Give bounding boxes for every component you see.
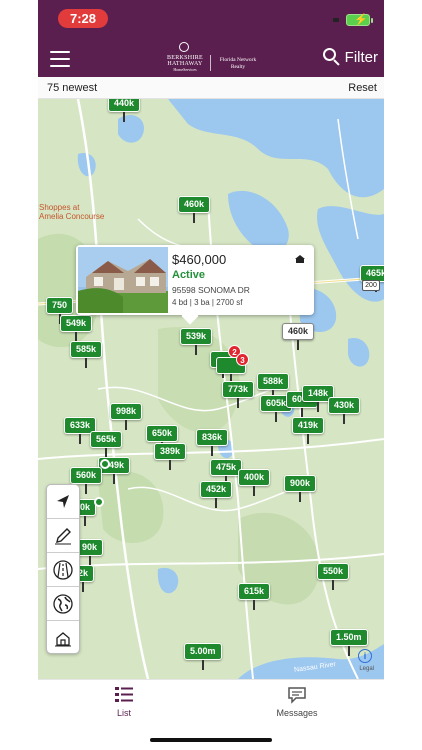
price-pin[interactable]: 998k [110,403,143,430]
signal-icon [333,18,339,22]
price-pin[interactable]: 615k [238,583,271,610]
app-screen: { "status_bar": { "time": "7:28" }, "hea… [0,0,422,750]
draw-pencil-icon [55,528,71,545]
list-icon [115,687,133,702]
status-time: 7:28 [58,9,108,28]
listing-card[interactable]: $460,000 Active 95598 SONOMA DR 4 bd | 3… [76,245,314,315]
price-pin[interactable]: 430k [328,397,361,424]
map-tools [46,484,80,654]
tab-list-label: List [116,708,131,718]
location-marker-icon [100,459,110,469]
search-icon [322,48,341,66]
menu-button[interactable] [50,51,70,67]
price-pin[interactable]: 588k [257,373,290,400]
price-pin[interactable]: 1.50m [330,629,368,656]
results-bar: 75 newest Reset [38,77,384,99]
satellite-button[interactable] [47,587,79,621]
tab-messages[interactable]: Messages [257,686,337,718]
price-pin[interactable]: 90k [76,539,104,566]
road-layer-button[interactable] [47,553,79,587]
highway-shield: 200 [362,280,380,291]
price-pin[interactable]: 560k [70,467,103,494]
listing-price: $460,000 [172,252,227,267]
draw-button[interactable] [47,519,79,553]
map-view[interactable]: Shoppes at Amelia Concourse Nassau River … [38,99,384,679]
price-pin[interactable]: 585k [70,341,103,368]
3d-view-button[interactable] [47,621,79,655]
listing-photo [78,247,168,313]
location-marker-icon [94,497,104,507]
price-pin[interactable]: 5.00m [184,643,222,670]
road-icon [53,560,73,580]
selected-price-pin[interactable]: 460k [282,323,315,350]
app-header: 7:28 ⚡ BERKSHIRE HATHAWAY HomeServices F… [38,0,384,77]
filter-button[interactable]: Filter [322,48,378,66]
globe-icon [53,594,73,614]
price-pin[interactable]: 400k [238,469,271,496]
listing-address: 95598 SONOMA DR [172,285,250,295]
brand-office: Florida Network Realty [219,57,257,70]
price-pin[interactable]: 900k [284,475,317,502]
listing-status: Active [172,269,206,281]
battery-icon: ⚡ [346,14,373,26]
price-pin[interactable]: 750 [46,297,74,324]
listing-details: 4 bd | 3 ba | 2700 sf [172,298,243,307]
tab-bar: List Messages [38,679,384,750]
price-pin[interactable]: 460k [178,196,211,223]
location-arrow-icon [57,495,69,508]
price-pin[interactable]: 549k [60,315,93,342]
results-count: 75 newest [47,82,98,94]
brand-seal-icon [179,42,189,52]
brand-name: BERKSHIRE HATHAWAY HomeServices [166,55,204,72]
info-icon[interactable]: i [358,649,372,663]
price-pin[interactable]: 539k [180,328,213,355]
place-label: Shoppes at Amelia Concourse [39,203,105,221]
tab-messages-label: Messages [276,708,318,718]
price-pin[interactable]: 419k [292,417,325,444]
chat-bubble-icon [288,687,306,704]
home-indicator [150,738,272,742]
home-3d-icon [55,632,71,647]
price-pin[interactable]: 773k [222,381,255,408]
home-icon [295,255,305,263]
price-pin[interactable]: 389k [154,443,187,470]
price-pin[interactable]: 550k [317,563,350,590]
brand-logo: BERKSHIRE HATHAWAY HomeServices Florida … [162,42,262,72]
tab-list[interactable]: List [84,686,164,718]
filter-label: Filter [344,48,378,66]
price-pin[interactable]: 836k [196,429,229,456]
price-pin[interactable]: 650k [146,425,179,452]
cluster-badge: 3 [236,353,249,366]
price-pin[interactable]: 565k [90,431,123,458]
price-pin[interactable]: 452k [200,481,233,508]
price-pin[interactable]: 440k [108,99,141,122]
location-arrow-button[interactable] [47,485,79,519]
legal-link[interactable]: Legal [359,666,374,672]
reset-button[interactable]: Reset [348,82,377,94]
